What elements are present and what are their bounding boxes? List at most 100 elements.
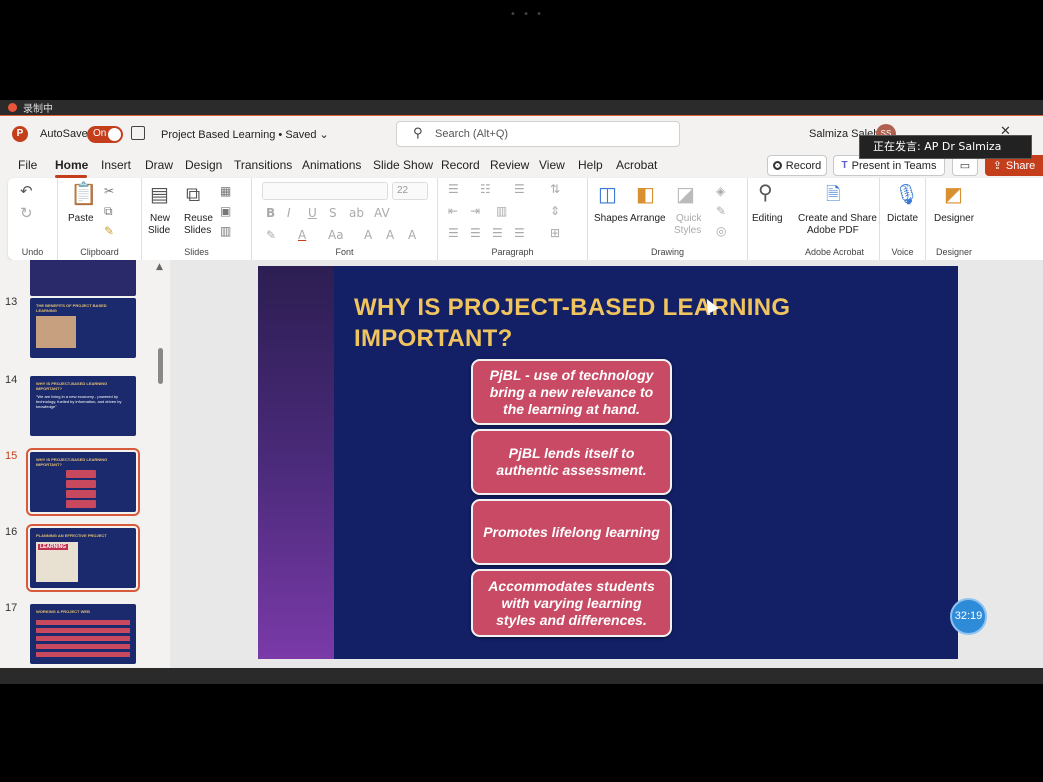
thumbnail-slide-13[interactable]: THE BENEFITS OF PROJECT BASED LEARNING (30, 298, 136, 358)
tab-insert[interactable]: Insert (101, 158, 131, 172)
tab-draw[interactable]: Draw (145, 158, 173, 172)
tab-review[interactable]: Review (490, 158, 529, 172)
point-box-1[interactable]: PjBL - use of technology bring a new rel… (471, 359, 672, 425)
italic-icon[interactable]: I (287, 206, 291, 220)
find-icon[interactable]: ⚲ (758, 180, 773, 204)
align-right-icon[interactable]: ☰ (492, 226, 503, 240)
tab-transitions[interactable]: Transitions (234, 158, 292, 172)
tab-home[interactable]: Home (55, 158, 88, 172)
align-left-icon[interactable]: ☰ (448, 226, 459, 240)
autosave-toggle[interactable]: On (87, 126, 123, 143)
copy-icon[interactable]: ⧉ (104, 204, 113, 219)
reuse-slides-label-2[interactable]: Slides (184, 225, 211, 237)
clear-format-icon[interactable]: A (408, 228, 416, 242)
current-slide[interactable]: WHY IS PROJECT-BASED LEARNING IMPORTANT?… (258, 266, 958, 659)
record-button[interactable]: Record (767, 155, 827, 176)
point-box-4[interactable]: Accommodates students with varying learn… (471, 569, 672, 637)
shrink-font-icon[interactable]: A (386, 228, 394, 242)
line-spacing-icon[interactable]: ☰ (514, 182, 525, 196)
search-box[interactable]: ⚲ Search (Alt+Q) (396, 121, 680, 147)
point-box-3[interactable]: Promotes lifelong learning (471, 499, 672, 565)
scroll-up-icon[interactable]: ▲ (156, 262, 163, 272)
reuse-slides-icon[interactable]: ⧉ (186, 182, 200, 206)
arrange-icon[interactable]: ◧ (636, 182, 655, 206)
thumbnail-scrollbar[interactable] (158, 348, 163, 384)
grow-font-icon[interactable]: A (364, 228, 372, 242)
editing-label[interactable]: Editing (752, 213, 783, 225)
timer-badge[interactable]: 32:19 (950, 598, 987, 635)
justify-icon[interactable]: ☰ (514, 226, 525, 240)
thumbnail-slide-15[interactable]: WHY IS PROJECT-BASED LEARNING IMPORTANT? (26, 448, 140, 516)
shapes-icon[interactable]: ◫ (598, 182, 617, 206)
tab-view[interactable]: View (539, 158, 565, 172)
font-name-combo[interactable] (262, 182, 388, 200)
bullets-icon[interactable]: ☰ (448, 182, 459, 196)
shadow-icon[interactable]: ab (349, 206, 364, 220)
new-slide-icon[interactable]: ▤ (150, 182, 169, 206)
char-spacing-icon[interactable]: AV (374, 206, 390, 220)
thumbnail-slide-17[interactable]: WORKING A PROJECT WEB (30, 604, 136, 664)
designer-icon[interactable]: ◩ (944, 182, 963, 206)
designer-label[interactable]: Designer (934, 213, 974, 225)
numbering-icon[interactable]: ☷ (480, 182, 491, 196)
slide-title[interactable]: WHY IS PROJECT-BASED LEARNING IMPORTANT? (354, 292, 914, 354)
layout-icon[interactable]: ▦ (220, 184, 231, 198)
clipboard-group-label: Clipboard (80, 247, 119, 257)
font-color-icon[interactable]: A (298, 228, 306, 242)
tab-help[interactable]: Help (578, 158, 603, 172)
bottom-bar (0, 668, 1043, 684)
reuse-slides-label-1[interactable]: Reuse (184, 213, 213, 225)
shape-effects-icon[interactable]: ◎ (716, 224, 726, 238)
paste-label[interactable]: Paste (68, 213, 94, 225)
point-box-2[interactable]: PjBL lends itself to authentic assessmen… (471, 429, 672, 495)
underline-icon[interactable]: U (308, 206, 317, 220)
document-title[interactable]: Project Based Learning • Saved ⌄ (161, 128, 329, 141)
cut-icon[interactable]: ✂ (104, 184, 114, 198)
shape-fill-icon[interactable]: ◈ (716, 184, 725, 198)
reset-icon[interactable]: ▣ (220, 204, 231, 218)
highlight-icon[interactable]: ✎ (266, 228, 276, 242)
new-slide-label-2[interactable]: Slide (148, 225, 170, 237)
tab-acrobat[interactable]: Acrobat (616, 158, 657, 172)
bold-icon[interactable]: B (266, 206, 275, 220)
font-size-combo[interactable]: 22 (392, 182, 428, 200)
thumbnail-slide-14[interactable]: WHY IS PROJECT-BASED LEARNING IMPORTANT?… (30, 376, 136, 436)
microphone-icon[interactable]: 🎙 (894, 182, 919, 206)
tab-slide-show[interactable]: Slide Show (373, 158, 433, 172)
quick-styles-icon[interactable]: ◪ (676, 182, 695, 206)
undo-icon[interactable]: ↶ (20, 182, 33, 200)
dictate-label[interactable]: Dictate (887, 213, 918, 225)
tab-file[interactable]: File (18, 158, 37, 172)
shape-outline-icon[interactable]: ✎ (716, 204, 726, 218)
thumbnail-title: THE BENEFITS OF PROJECT BASED LEARNING (36, 303, 107, 313)
arrange-label[interactable]: Arrange (630, 213, 666, 225)
change-case-icon[interactable]: Aa (328, 228, 344, 242)
redo-icon[interactable]: ↻ (20, 204, 33, 222)
tab-animations[interactable]: Animations (302, 158, 361, 172)
section-icon[interactable]: ▥ (220, 224, 231, 238)
new-slide-label-1[interactable]: New (150, 213, 170, 225)
quick-styles-label-1[interactable]: Quick (676, 213, 702, 225)
quick-styles-label-2[interactable]: Styles (674, 225, 701, 237)
strikethrough-icon[interactable]: S (329, 206, 337, 220)
align-center-icon[interactable]: ☰ (470, 226, 481, 240)
tab-design[interactable]: Design (185, 158, 222, 172)
increase-indent-icon[interactable]: ⇥ (470, 204, 480, 218)
thumbnail-slide-16[interactable]: PLANNING AN EFFECTIVE PROJECT LEARNING (26, 524, 140, 592)
create-pdf-label-1[interactable]: Create and Share (798, 213, 877, 225)
paste-icon[interactable]: 📋 (70, 182, 97, 207)
decrease-indent-icon[interactable]: ⇤ (448, 204, 458, 218)
text-direction-icon[interactable]: ⇅ (550, 182, 560, 196)
powerpoint-logo-icon: P (12, 126, 28, 142)
columns-icon[interactable]: ▥ (496, 204, 507, 218)
save-icon[interactable] (131, 126, 145, 140)
tab-record[interactable]: Record (441, 158, 480, 172)
search-input[interactable]: Search (Alt+Q) (435, 128, 508, 140)
smartart-icon[interactable]: ⊞ (550, 226, 560, 240)
thumbnail-slide-12[interactable] (30, 260, 136, 296)
shapes-label[interactable]: Shapes (594, 213, 628, 225)
pdf-icon[interactable]: 🗎 (826, 182, 840, 212)
format-painter-icon[interactable]: ✎ (104, 224, 114, 238)
align-text-icon[interactable]: ⇕ (550, 204, 560, 218)
create-pdf-label-2[interactable]: Adobe PDF (807, 225, 859, 237)
